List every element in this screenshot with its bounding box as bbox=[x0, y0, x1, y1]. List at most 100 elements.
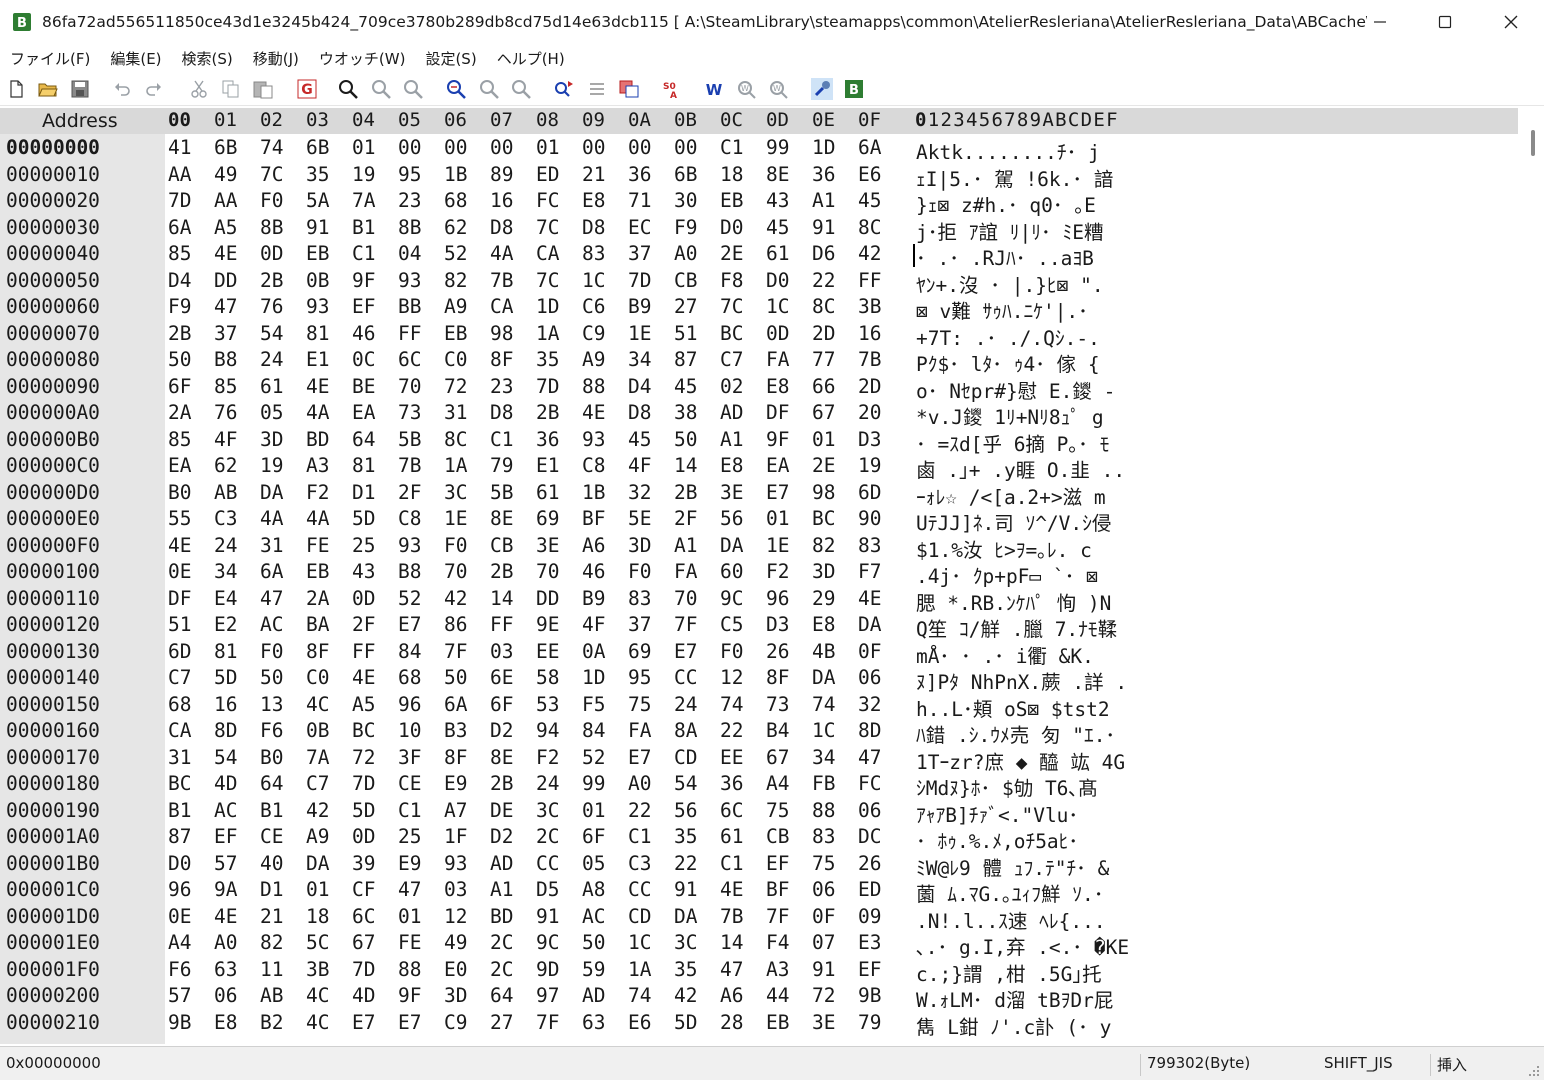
redo-icon[interactable] bbox=[142, 77, 166, 101]
hex-row[interactable]: 000001B0 D0 57 40 DA 39 E9 93 AD CC 05 C3 22 C1 EF 75 26… bbox=[0, 851, 1518, 880]
new-file-icon[interactable] bbox=[4, 77, 28, 101]
row-hex-bytes[interactable]: 2B 37 54 81 46 FF EB 98 1A C9 1E 51 BC 0D 2D 16 bbox=[168, 322, 904, 345]
menu-search[interactable]: 検索(S) bbox=[182, 48, 233, 69]
row-hex-bytes[interactable]: C7 5D 50 C0 4E 68 50 6E 58 1D 95 CC 12 8F DA 06 bbox=[168, 666, 904, 689]
status-encoding[interactable]: SHIFT_JIS bbox=[1318, 1054, 1393, 1076]
menu-edit[interactable]: 編集(E) bbox=[110, 48, 161, 69]
hex-row[interactable]: 00000080 50 B8 24 E1 0C 6C C0 8F 35 A9 34 87 C7 FA 77 7B… bbox=[0, 347, 1518, 376]
hex-row[interactable]: 000000E0 55 C3 4A 4A 5D C8 1E 8E 69 BF 5E 2F 56 01 BC 90… bbox=[0, 506, 1518, 535]
row-hex-bytes[interactable]: 9B E8 B2 4C E7 E7 C9 27 7F 63 E6 5D 28 EB 3E 79 bbox=[168, 1011, 904, 1034]
menu-watch[interactable]: ウオッチ(W) bbox=[319, 48, 406, 69]
maximize-button[interactable] bbox=[1412, 0, 1478, 44]
hex-row[interactable]: 000000C0 EA 62 19 A3 81 7B 1A 79 E1 C8 4F 14 E8 EA 2E 19… bbox=[0, 453, 1518, 482]
scrollbar-thumb[interactable] bbox=[1531, 130, 1535, 156]
hex-row[interactable]: 00000100 0E 34 6A EB 43 B8 70 2B 70 46 F0 FA 60 F2 3D F7… bbox=[0, 559, 1518, 588]
hex-row[interactable]: 00000020 7D AA F0 5A 7A 23 68 16 FC E8 71 30 EB 43 A1 45… bbox=[0, 188, 1518, 217]
hex-row[interactable]: 00000030 6A A5 8B 91 B1 8B 62 D8 7C D8 EC F9 D0 45 91 8C… bbox=[0, 215, 1518, 244]
save-icon[interactable] bbox=[68, 77, 92, 101]
hex-row[interactable]: 00000190 B1 AC B1 42 5D C1 A7 DE 3C 01 22 56 6C 75 88 06… bbox=[0, 798, 1518, 827]
watch-prev-icon[interactable]: W bbox=[767, 77, 791, 101]
menu-jump[interactable]: 移動(J) bbox=[253, 48, 299, 69]
hex-row[interactable]: 000001D0 0E 4E 21 18 6C 01 12 BD 91 AC CD DA 7B 7F 0F 09… bbox=[0, 904, 1518, 933]
zoom-search-icon[interactable] bbox=[444, 77, 468, 101]
cut-icon[interactable] bbox=[187, 77, 211, 101]
zoom-prev-icon[interactable] bbox=[509, 77, 533, 101]
row-hex-bytes[interactable]: DF E4 47 2A 0D 52 42 14 DD B9 83 70 9C 96 29 4E bbox=[168, 587, 904, 610]
row-hex-bytes[interactable]: 7D AA F0 5A 7A 23 68 16 FC E8 71 30 EB 43 A1 45 bbox=[168, 189, 904, 212]
row-hex-bytes[interactable]: 6F 85 61 4E BE 70 72 23 7D 88 D4 45 02 E8 66 2D bbox=[168, 375, 904, 398]
row-hex-bytes[interactable]: F9 47 76 93 EF BB A9 CA 1D C6 B9 27 7C 1C 8C 3B bbox=[168, 295, 904, 318]
bookmark-icon[interactable]: S0 A bbox=[660, 77, 684, 101]
hex-row[interactable]: 00000120 51 E2 AC BA 2F E7 86 FF 9E 4F 37 7F C5 D3 E8 DA… bbox=[0, 612, 1518, 641]
menu-help[interactable]: ヘルプ(H) bbox=[497, 48, 565, 69]
hex-row[interactable]: 00000170 31 54 B0 7A 72 3F 8F 8E F2 52 E7 CD EE 67 34 47… bbox=[0, 745, 1518, 774]
vertical-scrollbar[interactable] bbox=[1522, 108, 1544, 1044]
resize-grip[interactable] bbox=[1526, 1063, 1540, 1077]
row-hex-bytes[interactable]: 6A A5 8B 91 B1 8B 62 D8 7C D8 EC F9 D0 45 91 8C bbox=[168, 216, 904, 239]
row-hex-bytes[interactable]: 31 54 B0 7A 72 3F 8F 8E F2 52 E7 CD EE 67 34 47 bbox=[168, 746, 904, 769]
row-hex-bytes[interactable]: 85 4E 0D EB C1 04 52 4A CA 83 37 A0 2E 61 D6 42 bbox=[168, 242, 904, 265]
hex-row[interactable]: 00000180 BC 4D 64 C7 7D CE E9 2B 24 99 A0 54 36 A4 FB FC… bbox=[0, 771, 1518, 800]
search-next-icon[interactable] bbox=[369, 77, 393, 101]
open-folder-icon[interactable] bbox=[36, 77, 60, 101]
hex-row[interactable]: 000001A0 87 EF CE A9 0D 25 1F D2 2C 6F C1 35 61 CB 83 DC… bbox=[0, 824, 1518, 853]
row-hex-bytes[interactable]: D4 DD 2B 0B 9F 93 82 7B 7C 1C 7D CB F8 D0 22 FF bbox=[168, 269, 904, 292]
row-hex-bytes[interactable]: B1 AC B1 42 5D C1 A7 DE 3C 01 22 56 6C 75 88 06 bbox=[168, 799, 904, 822]
row-hex-bytes[interactable]: 4E 24 31 FE 25 93 F0 CB 3E A6 3D A1 DA 1E 82 83 bbox=[168, 534, 904, 557]
copy-icon[interactable] bbox=[219, 77, 243, 101]
hex-row[interactable]: 00000090 6F 85 61 4E BE 70 72 23 7D 88 D4 45 02 E8 66 2D… bbox=[0, 374, 1518, 403]
replace-icon[interactable] bbox=[552, 77, 576, 101]
goto-icon[interactable]: G bbox=[295, 77, 319, 101]
row-hex-bytes[interactable]: 41 6B 74 6B 01 00 00 00 01 00 00 00 C1 99 1D 6A bbox=[168, 136, 904, 159]
hex-row[interactable]: 00000060 F9 47 76 93 EF BB A9 CA 1D C6 B9 27 7C 1C 8C 3B… bbox=[0, 294, 1518, 323]
row-hex-bytes[interactable]: 55 C3 4A 4A 5D C8 1E 8E 69 BF 5E 2F 56 01 BC 90 bbox=[168, 507, 904, 530]
hex-row[interactable]: 00000010 AA 49 7C 35 19 95 1B 89 ED 21 36 6B 18 8E 36 E6… bbox=[0, 162, 1518, 191]
undo-icon[interactable] bbox=[110, 77, 134, 101]
hex-row[interactable]: 00000050 D4 DD 2B 0B 9F 93 82 7B 7C 1C 7D CB F8 D0 22 FF… bbox=[0, 268, 1518, 297]
hex-row[interactable]: 00000110 DF E4 47 2A 0D 52 42 14 DD B9 83 70 9C 96 29 4E… bbox=[0, 586, 1518, 615]
hex-row[interactable]: 00000160 CA 8D F6 0B BC 10 B3 D2 94 84 FA 8A 22 B4 1C 8D… bbox=[0, 718, 1518, 747]
minimize-button[interactable] bbox=[1347, 0, 1413, 44]
row-hex-bytes[interactable]: 96 9A D1 01 CF 47 03 A1 D5 A8 CC 91 4E BF 06 ED bbox=[168, 878, 904, 901]
zoom-next-icon[interactable] bbox=[477, 77, 501, 101]
row-hex-bytes[interactable]: 68 16 13 4C A5 96 6A 6F 53 F5 75 24 74 73 74 32 bbox=[168, 693, 904, 716]
row-hex-bytes[interactable]: 57 06 AB 4C 4D 9F 3D 64 97 AD 74 42 A6 44 72 9B bbox=[168, 984, 904, 1007]
hex-row[interactable]: 00000000 41 6B 74 6B 01 00 00 00 01 00 00 00 C1 99 1D 6A… bbox=[0, 135, 1518, 164]
row-hex-bytes[interactable]: 0E 4E 21 18 6C 01 12 BD 91 AC CD DA 7B 7F 0F 09 bbox=[168, 905, 904, 928]
hex-row[interactable]: 00000070 2B 37 54 81 46 FF EB 98 1A C9 1E 51 BC 0D 2D 16… bbox=[0, 321, 1518, 350]
list-icon[interactable] bbox=[585, 77, 609, 101]
hex-row[interactable]: 00000130 6D 81 F0 8F FF 84 7F 03 EE 0A 69 E7 F0 26 4B 0F… bbox=[0, 639, 1518, 668]
hex-row[interactable]: 000000A0 2A 76 05 4A EA 73 31 D8 2B 4E D8 38 AD DF 67 20… bbox=[0, 400, 1518, 429]
search-prev-icon[interactable] bbox=[401, 77, 425, 101]
hex-row[interactable]: 000000F0 4E 24 31 FE 25 93 F0 CB 3E A6 3D A1 DA 1E 82 83… bbox=[0, 533, 1518, 562]
row-hex-bytes[interactable]: A4 A0 82 5C 67 FE 49 2C 9C 50 1C 3C 14 F4 07 E3 bbox=[168, 931, 904, 954]
row-hex-bytes[interactable]: 2A 76 05 4A EA 73 31 D8 2B 4E D8 38 AD DF 67 20 bbox=[168, 401, 904, 424]
settings-icon[interactable] bbox=[810, 77, 834, 101]
row-ascii[interactable]: 雋 L鉗 ﾉ'.c訃 (･ y bbox=[916, 1011, 1111, 1040]
hex-row[interactable]: 00000210 9B E8 B2 4C E7 E7 C9 27 7F 63 E6 5D 28 EB 3E 79… bbox=[0, 1010, 1518, 1040]
row-hex-bytes[interactable]: 87 EF CE A9 0D 25 1F D2 2C 6F C1 35 61 CB 83 DC bbox=[168, 825, 904, 848]
search-icon[interactable] bbox=[336, 77, 360, 101]
row-hex-bytes[interactable]: 50 B8 24 E1 0C 6C C0 8F 35 A9 34 87 C7 FA 77 7B bbox=[168, 348, 904, 371]
compare-icon[interactable] bbox=[617, 77, 641, 101]
hex-row[interactable]: 00000040 85 4E 0D EB C1 04 52 4A CA 83 37 A0 2E 61 D6 42… bbox=[0, 241, 1518, 270]
row-hex-bytes[interactable]: 85 4F 3D BD 64 5B 8C C1 36 93 45 50 A1 9F 01 D3 bbox=[168, 428, 904, 451]
hex-row[interactable]: 000001C0 96 9A D1 01 CF 47 03 A1 D5 A8 CC 91 4E BF 06 ED… bbox=[0, 877, 1518, 906]
row-hex-bytes[interactable]: B0 AB DA F2 D1 2F 3C 5B 61 1B 32 2B 3E E7 98 6D bbox=[168, 481, 904, 504]
row-hex-bytes[interactable]: 6D 81 F0 8F FF 84 7F 03 EE 0A 69 E7 F0 26 4B 0F bbox=[168, 640, 904, 663]
hex-row[interactable]: 000000B0 85 4F 3D BD 64 5B 8C C1 36 93 45 50 A1 9F 01 D3… bbox=[0, 427, 1518, 456]
hex-row[interactable]: 00000140 C7 5D 50 C0 4E 68 50 6E 58 1D 95 CC 12 8F DA 06… bbox=[0, 665, 1518, 694]
watch-icon[interactable]: W bbox=[702, 77, 726, 101]
row-hex-bytes[interactable]: CA 8D F6 0B BC 10 B3 D2 94 84 FA 8A 22 B4 1C 8D bbox=[168, 719, 904, 742]
hex-row[interactable]: 00000200 57 06 AB 4C 4D 9F 3D 64 97 AD 74 42 A6 44 72 9B… bbox=[0, 983, 1518, 1012]
row-hex-bytes[interactable]: BC 4D 64 C7 7D CE E9 2B 24 99 A0 54 36 A4 FB FC bbox=[168, 772, 904, 795]
hex-editor-view[interactable]: Address 00 01 02 03 04 05 06 07 08 09 0A… bbox=[0, 108, 1522, 1044]
status-insert-mode[interactable]: 挿入 bbox=[1430, 1054, 1467, 1076]
menu-settings[interactable]: 設定(S) bbox=[425, 48, 476, 69]
row-hex-bytes[interactable]: F6 63 11 3B 7D 88 E0 2C 9D 59 1A 35 47 A3 91 EF bbox=[168, 958, 904, 981]
watch-next-icon[interactable]: W bbox=[735, 77, 759, 101]
about-icon[interactable]: B bbox=[842, 77, 866, 101]
hex-row[interactable]: 000001E0 A4 A0 82 5C 67 FE 49 2C 9C 50 1C 3C 14 F4 07 E3… bbox=[0, 930, 1518, 959]
row-hex-bytes[interactable]: AA 49 7C 35 19 95 1B 89 ED 21 36 6B 18 8E 36 E6 bbox=[168, 163, 904, 186]
row-hex-bytes[interactable]: EA 62 19 A3 81 7B 1A 79 E1 C8 4F 14 E8 EA 2E 19 bbox=[168, 454, 904, 477]
